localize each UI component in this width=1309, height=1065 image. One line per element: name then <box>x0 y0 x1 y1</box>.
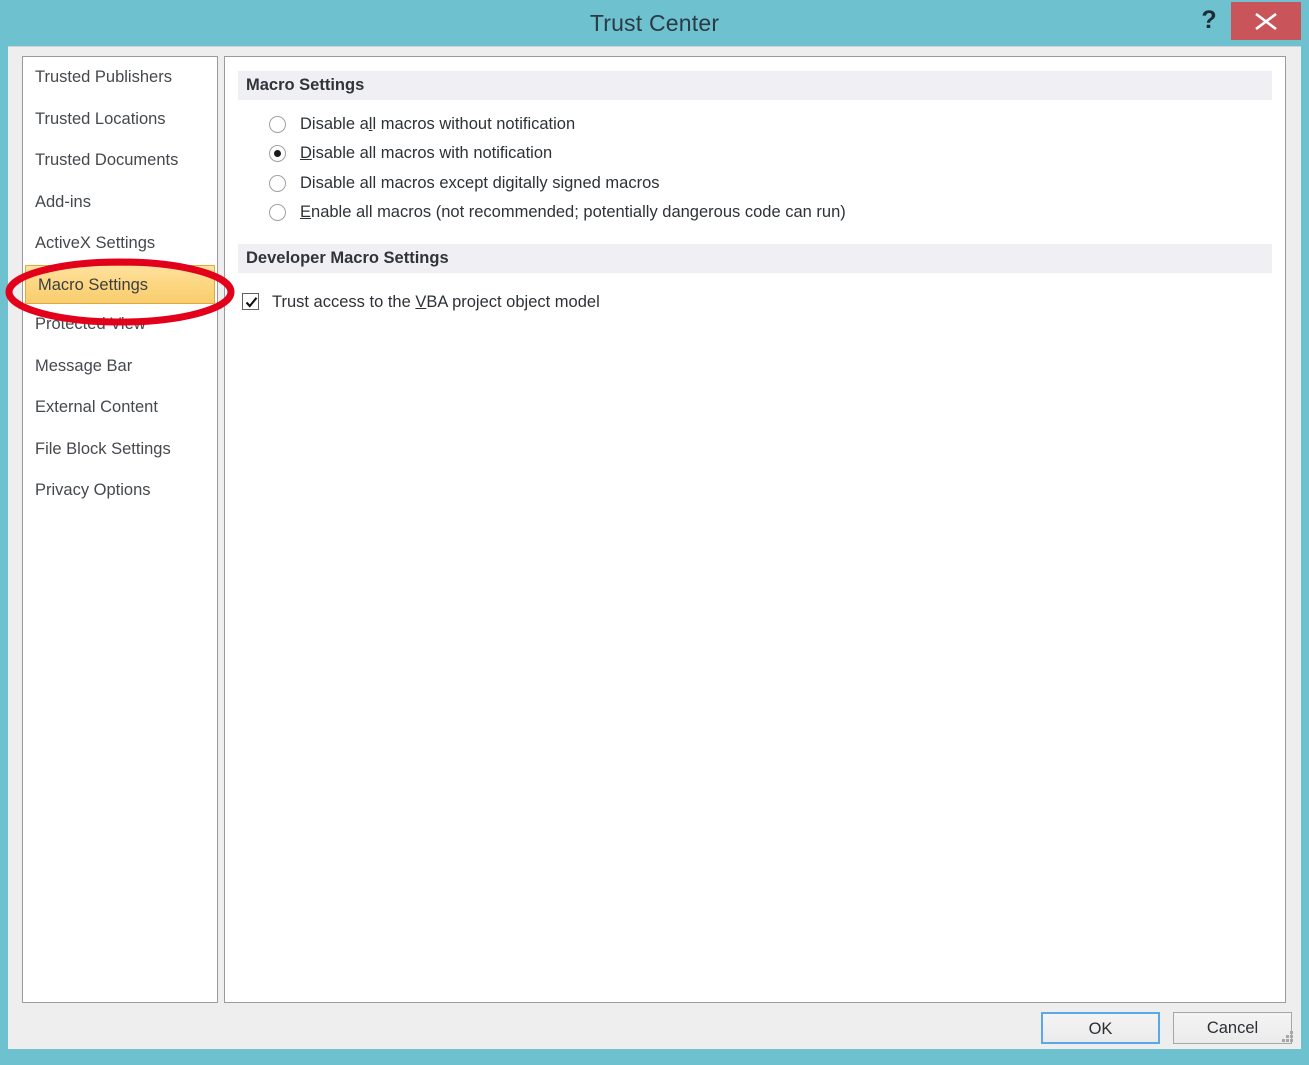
radio-label: Enable all macros (not recommended; pote… <box>300 203 846 221</box>
sidebar-item-privacy-options[interactable]: Privacy Options <box>23 470 217 512</box>
sidebar-item-label: File Block Settings <box>35 439 171 458</box>
sidebar-item-macro-settings[interactable]: Macro Settings <box>25 264 215 304</box>
sidebar-item-label: Macro Settings <box>38 275 149 294</box>
radio-label: Disable all macros without notification <box>300 115 576 133</box>
developer-macro-settings-header: Developer Macro Settings <box>238 244 1272 273</box>
macro-settings-header: Macro Settings <box>238 71 1272 100</box>
checkbox-label: Trust access to the VBA project object m… <box>272 293 600 311</box>
sidebar-item-protected-view[interactable]: Protected View <box>23 304 217 346</box>
resize-grip-icon[interactable] <box>1280 1029 1296 1045</box>
sidebar-item-label: Add-ins <box>35 192 91 211</box>
sidebar-item-label: ActiveX Settings <box>35 234 156 252</box>
sidebar-item-add-ins[interactable]: Add-ins <box>23 182 217 224</box>
cancel-button[interactable]: Cancel <box>1173 1012 1292 1044</box>
sidebar-item-file-block-settings[interactable]: File Block Settings <box>23 429 217 471</box>
ok-button[interactable]: OK <box>1041 1012 1160 1044</box>
window-title: Trust Center <box>589 10 720 36</box>
titlebar: Trust Center ? <box>0 0 1309 46</box>
close-x-icon <box>1255 13 1277 30</box>
sidebar-item-external-content[interactable]: External Content <box>23 387 217 429</box>
sidebar-item-label: Trusted Locations <box>35 109 166 128</box>
dialog-body: Trusted Publishers Trusted Locations Tru… <box>8 46 1301 1049</box>
trust-center-dialog: Trust Center ? Trusted Publishers Truste… <box>0 0 1309 1065</box>
close-button[interactable] <box>1231 2 1301 40</box>
sidebar-item-activex-settings[interactable]: ActiveX Settings <box>23 223 217 265</box>
sidebar-item-label: Trusted Documents <box>35 151 179 169</box>
checkbox-icon[interactable] <box>242 293 259 310</box>
sidebar-item-label: Protected View <box>35 315 146 333</box>
sidebar-item-label: External Content <box>35 398 158 416</box>
sidebar-item-message-bar[interactable]: Message Bar <box>23 346 217 388</box>
sidebar-item-trusted-publishers[interactable]: Trusted Publishers <box>23 57 217 99</box>
sidebar-item-label: Trusted Publishers <box>35 68 172 86</box>
settings-panel: Macro Settings Disable all macros withou… <box>224 56 1286 1003</box>
category-list[interactable]: Trusted Publishers Trusted Locations Tru… <box>22 56 218 1003</box>
sidebar-item-label: Message Bar <box>35 356 133 375</box>
radio-label: Disable all macros with notification <box>300 144 553 162</box>
radio-label: Disable all macros except digitally sign… <box>300 174 660 192</box>
radio-icon[interactable] <box>269 175 286 192</box>
sidebar-item-trusted-documents[interactable]: Trusted Documents <box>23 140 217 182</box>
radio-icon[interactable] <box>269 145 286 162</box>
checkmark-icon <box>245 296 257 308</box>
radio-icon[interactable] <box>269 116 286 133</box>
sidebar-item-trusted-locations[interactable]: Trusted Locations <box>23 99 217 141</box>
help-icon[interactable]: ? <box>1187 2 1231 38</box>
sidebar-item-label: Privacy Options <box>35 481 151 499</box>
radio-icon[interactable] <box>269 204 286 221</box>
